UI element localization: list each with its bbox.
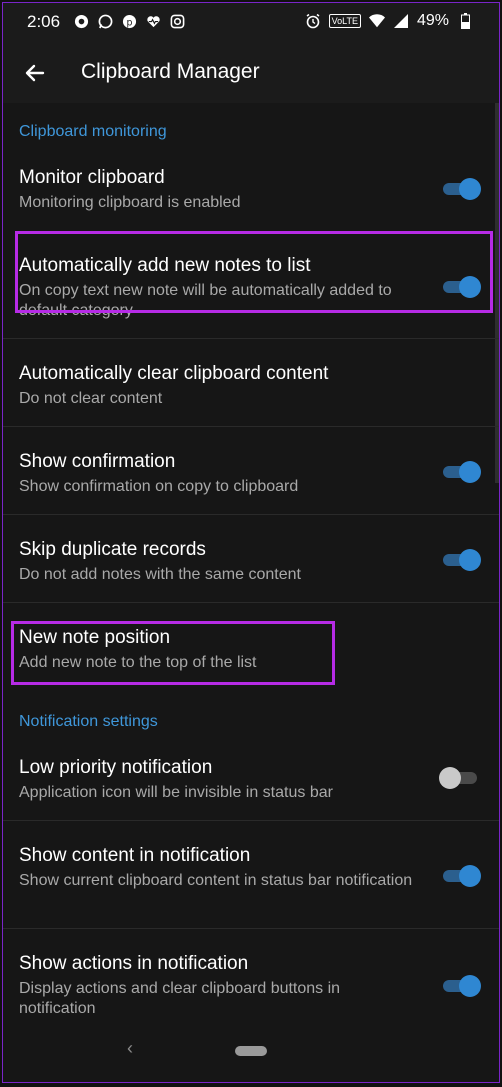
volte-icon: VoLTE <box>328 14 361 28</box>
arrow-left-icon <box>25 64 45 82</box>
svg-text:p: p <box>126 17 132 28</box>
setting-monitor-clipboard[interactable]: Monitor clipboard Monitoring clipboard i… <box>3 153 499 229</box>
setting-auto-clear-clipboard[interactable]: Automatically clear clipboard content Do… <box>3 339 499 427</box>
setting-show-content-notification[interactable]: Show content in notification Show curren… <box>3 821 499 929</box>
heart-pulse-icon <box>145 13 161 29</box>
setting-subtitle: Display actions and clear clipboard butt… <box>19 980 341 1017</box>
setting-title: Skip duplicate records <box>19 539 206 560</box>
setting-title: Low priority notification <box>19 757 213 778</box>
show-content-notification-toggle[interactable] <box>443 863 481 889</box>
app-bar: Clipboard Manager <box>3 43 499 103</box>
setting-show-confirmation[interactable]: Show confirmation Show confirmation on c… <box>3 427 499 515</box>
setting-subtitle: Show confirmation on copy to clipboard <box>19 478 299 495</box>
setting-title: Monitor clipboard <box>19 167 165 188</box>
setting-subtitle: Application icon will be invisible in st… <box>19 784 333 801</box>
setting-title: Automatically clear clipboard content <box>19 363 329 384</box>
page-title: Clipboard Manager <box>81 60 260 83</box>
battery-icon <box>457 13 473 29</box>
pinterest-icon: p <box>121 13 137 29</box>
setting-subtitle: Do not clear content <box>19 390 163 407</box>
highlight-box <box>15 231 493 313</box>
setting-subtitle: Monitoring clipboard is enabled <box>19 194 241 211</box>
highlight-box <box>11 621 335 685</box>
battery-percent: 49% <box>416 12 449 29</box>
setting-skip-duplicates[interactable]: Skip duplicate records Do not add notes … <box>3 515 499 603</box>
status-right-icons: VoLTE 49% <box>305 12 473 30</box>
nav-home-pill[interactable] <box>235 1046 267 1056</box>
screen-frame: 2:06 p VoLTE 49% Clipboard Manager Clipb… <box>2 2 500 1083</box>
low-priority-notification-toggle[interactable] <box>439 765 477 791</box>
back-button[interactable] <box>21 59 49 87</box>
navigation-bar: ‹ <box>3 1022 499 1082</box>
alarm-icon <box>305 13 321 29</box>
status-time: 2:06 <box>27 12 61 31</box>
whatsapp-icon <box>97 13 113 29</box>
show-confirmation-toggle[interactable] <box>443 459 481 485</box>
circle-o-icon <box>73 13 89 29</box>
status-bar: 2:06 p VoLTE 49% <box>3 3 499 43</box>
setting-low-priority-notification[interactable]: Low priority notification Application ic… <box>3 739 499 821</box>
setting-title: Show actions in notification <box>19 953 249 974</box>
monitor-clipboard-toggle[interactable] <box>443 176 481 202</box>
setting-title: Show content in notification <box>19 845 251 866</box>
setting-title: Show confirmation <box>19 451 176 472</box>
setting-subtitle: Show current clipboard content in status… <box>19 872 413 889</box>
section-header-notifications: Notification settings <box>19 713 158 730</box>
setting-show-actions-notification[interactable]: Show actions in notification Display act… <box>3 929 499 1029</box>
notification-icons: p <box>73 13 185 29</box>
nav-back-icon[interactable]: ‹ <box>127 1038 133 1059</box>
signal-icon <box>393 13 409 29</box>
setting-subtitle: Do not add notes with the same content <box>19 566 301 583</box>
skip-duplicates-toggle[interactable] <box>443 547 481 573</box>
wifi-icon <box>368 13 385 29</box>
show-actions-notification-toggle[interactable] <box>443 973 481 999</box>
section-header-monitoring: Clipboard monitoring <box>19 123 167 140</box>
instagram-icon <box>169 13 185 29</box>
